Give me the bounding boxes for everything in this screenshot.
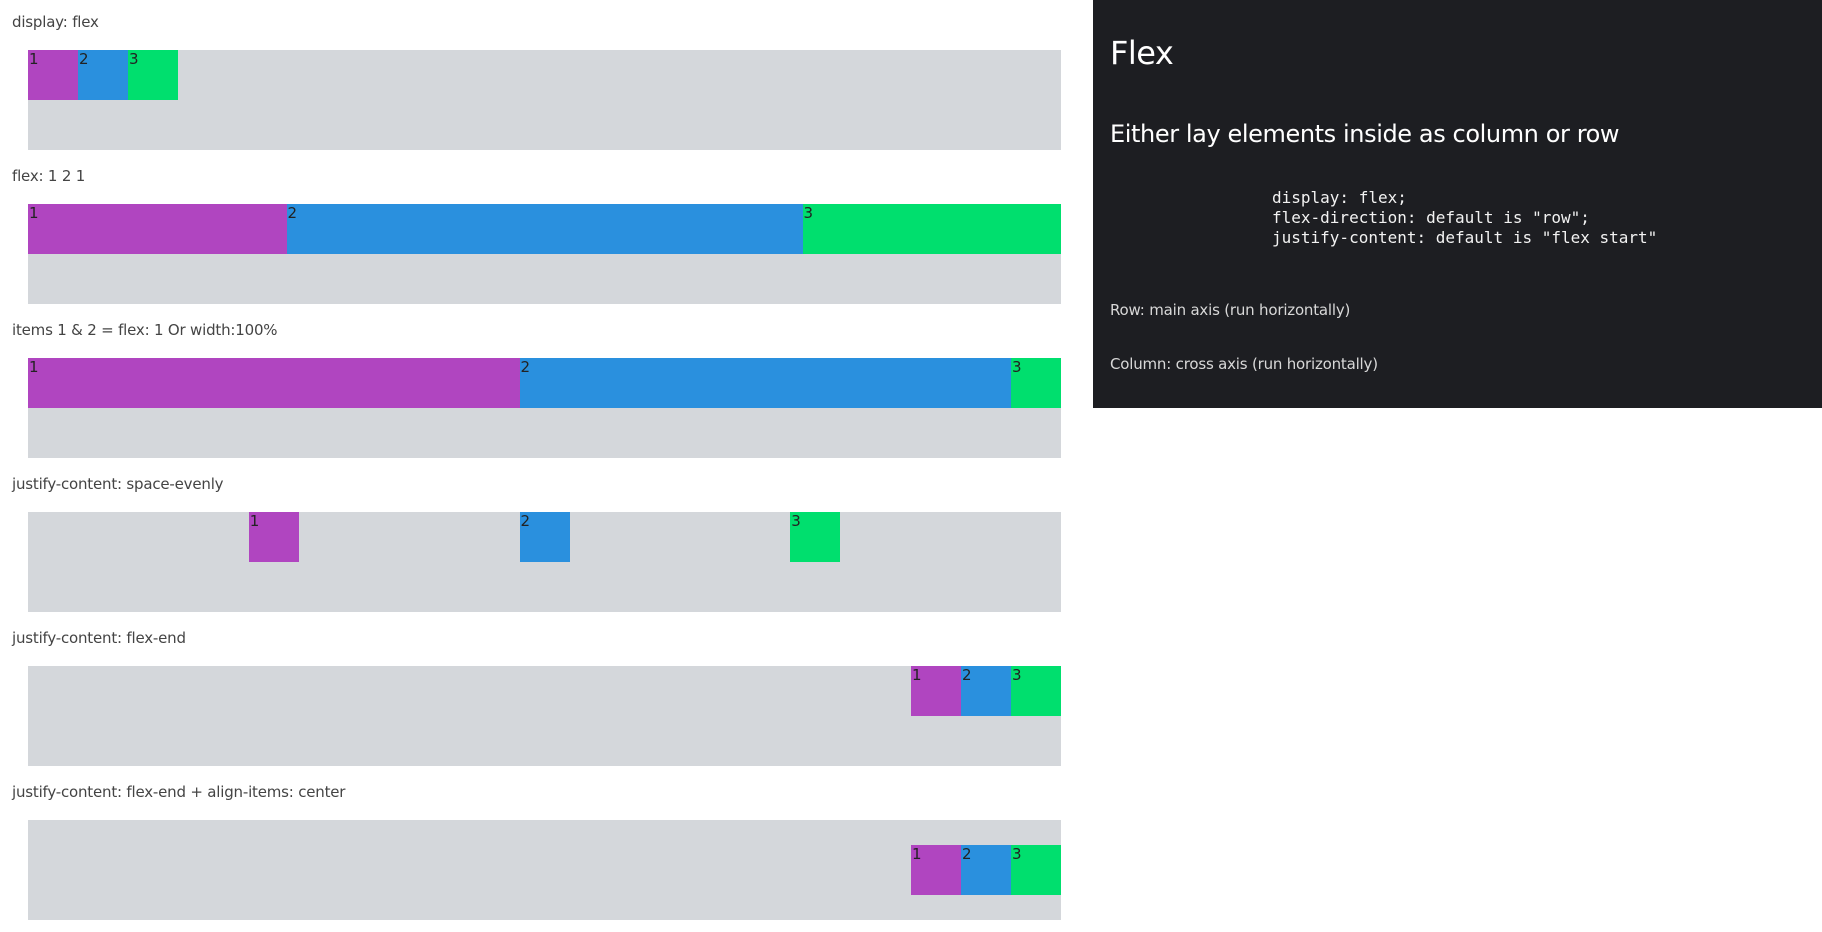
flex-item-3: 3 bbox=[790, 512, 841, 562]
code-line: flex-direction: default is "row"; bbox=[1272, 208, 1590, 227]
demo-container-flex-end: 1 2 3 bbox=[28, 666, 1061, 766]
flex-item-1: 1 bbox=[248, 512, 299, 562]
demo-label-items-flex-1: items 1 & 2 = flex: 1 Or width:100% bbox=[12, 321, 278, 339]
flex-item-1: 1 bbox=[911, 845, 961, 895]
panel-subtitle: Either lay elements inside as column or … bbox=[1110, 120, 1620, 148]
demo-container-flex-end-align-center: 1 2 3 bbox=[28, 820, 1061, 920]
flex-item-3: 3 bbox=[1011, 358, 1061, 408]
code-line: display: flex; bbox=[1272, 188, 1407, 207]
demo-container-flex-121: 1 2 3 bbox=[28, 204, 1061, 304]
flex-item-1: 1 bbox=[28, 204, 287, 254]
flex-item-2: 2 bbox=[961, 666, 1011, 716]
panel-title: Flex bbox=[1110, 34, 1174, 72]
flex-item-2: 2 bbox=[78, 50, 128, 100]
demo-label-flex-end-align-center: justify-content: flex-end + align-items:… bbox=[12, 783, 346, 801]
flex-item-1: 1 bbox=[28, 358, 520, 408]
flex-item-1: 1 bbox=[911, 666, 961, 716]
demo-label-flex-end: justify-content: flex-end bbox=[12, 629, 186, 647]
demo-container-items-flex-1: 1 2 3 bbox=[28, 358, 1061, 458]
info-panel: Flex Either lay elements inside as colum… bbox=[1093, 0, 1822, 408]
demo-label-space-evenly: justify-content: space-evenly bbox=[12, 475, 224, 493]
flex-item-3: 3 bbox=[802, 204, 1061, 254]
flex-item-1: 1 bbox=[28, 50, 78, 100]
flex-item-2: 2 bbox=[286, 204, 803, 254]
flex-item-2: 2 bbox=[961, 845, 1011, 895]
flex-item-3: 3 bbox=[1011, 845, 1061, 895]
flex-item-3: 3 bbox=[128, 50, 178, 100]
flex-item-2: 2 bbox=[519, 358, 1011, 408]
code-snippet: display: flex; flex-direction: default is… bbox=[1272, 188, 1657, 248]
flex-item-3: 3 bbox=[1011, 666, 1061, 716]
demo-container-display-flex: 1 2 3 bbox=[28, 50, 1061, 150]
flex-item-2: 2 bbox=[519, 512, 570, 562]
demo-container-space-evenly: 1 2 3 bbox=[28, 512, 1061, 612]
code-line: justify-content: default is "flex start" bbox=[1272, 228, 1658, 247]
demo-label-flex-121: flex: 1 2 1 bbox=[12, 167, 86, 185]
row-axis-note: Row: main axis (run horizontally) bbox=[1110, 301, 1351, 319]
column-axis-note: Column: cross axis (run horizontally) bbox=[1110, 355, 1378, 373]
demo-column: display: flex 1 2 3 flex: 1 2 1 1 2 3 it… bbox=[0, 0, 1080, 932]
demo-label-display-flex: display: flex bbox=[12, 13, 99, 31]
